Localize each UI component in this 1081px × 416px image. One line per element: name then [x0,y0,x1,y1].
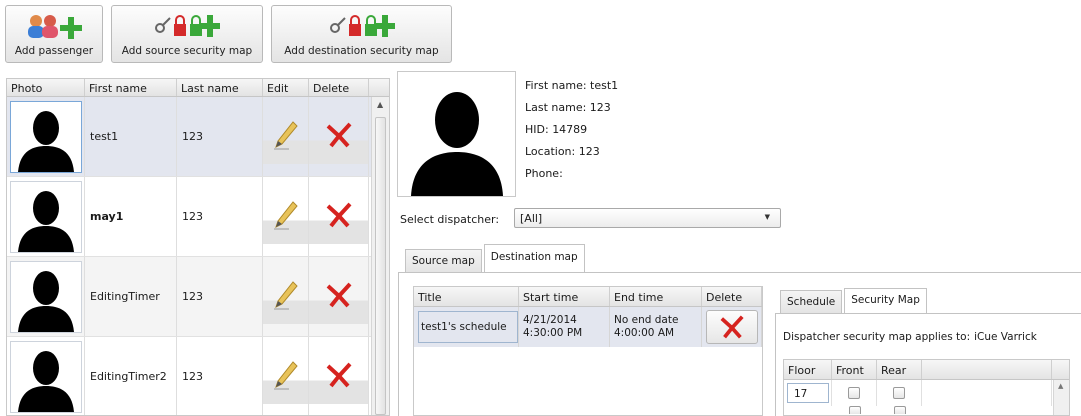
detail-phone: Phone: [525,167,563,180]
add-destination-security-map-button[interactable]: Add destination security map [271,5,452,63]
tab-schedule[interactable]: Schedule [780,290,843,313]
pencil-icon[interactable] [273,120,299,153]
red-x-icon[interactable] [325,121,353,152]
passenger-details: First name: test1 Last name: 123 HID: 14… [525,79,618,189]
start-time: 4:30:00 PM [523,327,583,339]
passenger-grid-header: Photo First name Last name Edit Delete [7,79,389,97]
key-lock-plus-icon [327,12,397,40]
passenger-grid: Photo First name Last name Edit Delete t… [6,78,390,416]
detail-last-name: Last name: 123 [525,101,611,114]
first-name-cell: EditingTimer2 [85,337,177,415]
pencil-icon[interactable] [273,360,299,393]
add-passenger-button[interactable]: Add passenger [5,5,103,63]
avatar [9,340,82,413]
security-map-applies: Dispatcher security map applies to: iCue … [783,331,1037,343]
delete-schedule-button[interactable] [705,310,758,344]
red-x-icon[interactable] [325,281,353,312]
table-row[interactable]: may1 123 [7,177,371,257]
schedule-grid-header: Title Start time End time Delete [414,287,762,307]
add-passenger-label: Add passenger [14,45,94,57]
end-date: No end date [614,314,679,326]
red-x-icon[interactable] [325,201,353,232]
first-name-cell: may1 [85,177,177,256]
selected-passenger-photo [397,71,516,197]
rear-checkbox[interactable] [893,406,906,414]
detail-location: Location: 123 [525,145,600,158]
dispatcher-select[interactable]: [All] ▼ [514,208,781,228]
column-header-start-time[interactable]: Start time [519,287,610,306]
schedule-security-tabs: Schedule Security Map [780,287,929,314]
dispatcher-select-value: [All] [520,212,543,225]
pencil-icon[interactable] [273,200,299,233]
table-row[interactable]: 17 [784,380,1069,406]
tab-destination-map[interactable]: Destination map [483,244,585,273]
column-header-rear[interactable]: Rear [877,360,922,379]
table-row[interactable] [784,406,1069,416]
front-checkbox[interactable] [848,387,860,399]
add-source-security-map-button[interactable]: Add source security map [111,5,263,63]
table-row[interactable]: test1 123 [7,97,371,177]
column-header-delete[interactable]: Delete [702,287,762,306]
column-header-floor[interactable]: Floor [784,360,832,379]
floor-cell[interactable]: 17 [787,383,829,403]
scrollbar-thumb[interactable] [375,117,386,415]
last-name-cell: 123 [177,97,263,176]
column-header-first-name[interactable]: First name [85,79,177,96]
schedule-title-cell[interactable]: test1's schedule [418,311,518,343]
person-silhouette-icon [410,92,503,196]
column-header-front[interactable]: Front [832,360,877,379]
avatar [9,180,82,253]
end-time: 4:00:00 AM [614,327,675,339]
schedule-grid: Title Start time End time Delete test1's… [413,286,763,416]
rear-checkbox[interactable] [893,387,905,399]
red-x-icon [720,315,744,339]
floor-grid-header: Floor Front Rear [784,360,1069,380]
passenger-grid-scrollbar[interactable]: ▲ [371,97,389,415]
front-checkbox[interactable] [848,406,861,414]
end-time-cell: No end date 4:00:00 AM [610,307,702,347]
select-dispatcher-label: Select dispatcher: [400,213,500,226]
tab-source-map[interactable]: Source map [405,249,482,272]
column-header-photo[interactable]: Photo [7,79,85,96]
key-lock-plus-icon [152,12,222,40]
applies-value: iCue Varrick [974,331,1037,343]
toolbar: Add passenger Add source security map Ad… [5,5,452,63]
start-time-cell: 4/21/2014 4:30:00 PM [519,307,610,347]
column-header-end-time[interactable]: End time [610,287,702,306]
first-name-cell: EditingTimer [85,257,177,336]
last-name-cell: 123 [177,257,263,336]
scroll-up-arrow-icon[interactable]: ▲ [1058,382,1063,390]
last-name-cell: 123 [177,337,263,415]
column-header-edit[interactable]: Edit [263,79,309,96]
map-tabs: Source map Destination map [405,243,587,273]
last-name-cell: 123 [177,177,263,256]
column-header-delete[interactable]: Delete [309,79,369,96]
table-row[interactable]: EditingTimer2 123 [7,337,371,415]
table-row[interactable]: EditingTimer 123 [7,257,371,337]
red-x-icon[interactable] [325,361,353,392]
pencil-icon[interactable] [273,280,299,313]
scroll-up-arrow-icon[interactable]: ▲ [377,100,383,109]
column-header-last-name[interactable]: Last name [177,79,263,96]
start-date: 4/21/2014 [523,314,577,326]
people-plus-icon [23,12,85,40]
passenger-grid-body: test1 123 may1 123 EditingTimer 123 Edit… [7,97,371,415]
detail-first-name: First name: test1 [525,79,619,92]
chevron-down-icon: ▼ [764,213,770,221]
avatar [9,260,82,333]
detail-hid: HID: 14789 [525,123,588,136]
table-row[interactable]: test1's schedule 4/21/2014 4:30:00 PM No… [414,307,762,347]
avatar [9,100,82,173]
add-source-security-map-label: Add source security map [121,45,253,57]
add-destination-security-map-label: Add destination security map [284,45,439,57]
floor-grid: Floor Front Rear 17 ▲ [783,359,1070,416]
first-name-cell: test1 [85,97,177,176]
applies-label: Dispatcher security map applies to: [783,331,971,343]
tab-security-map[interactable]: Security Map [844,288,927,314]
floor-grid-scrollbar[interactable]: ▲ [1053,380,1069,415]
column-header-title[interactable]: Title [414,287,519,306]
